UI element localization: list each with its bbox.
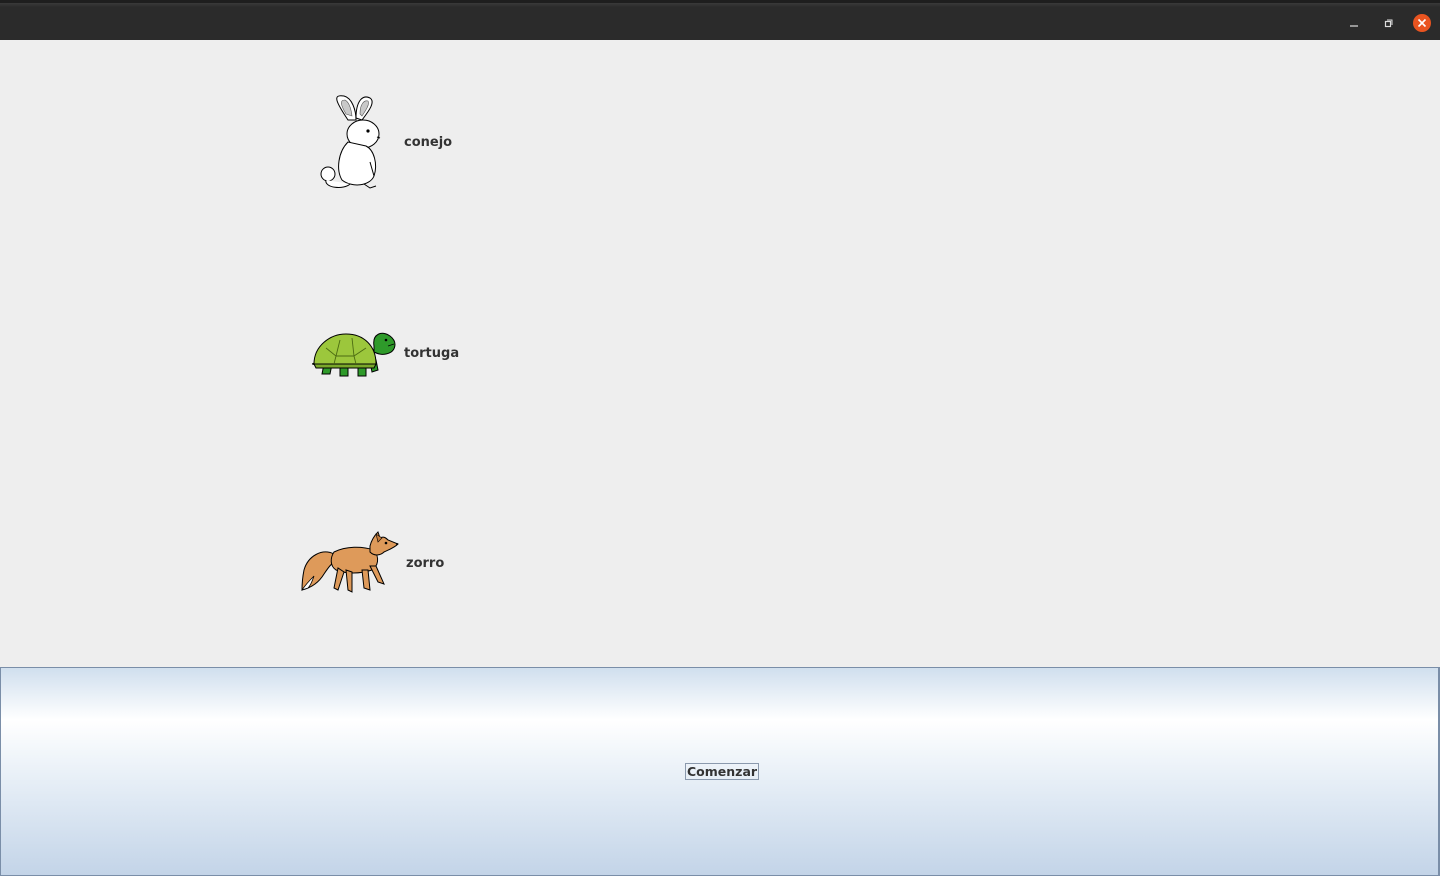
animal-label-fox: zorro — [406, 555, 445, 571]
minimize-icon — [1350, 25, 1358, 27]
rabbit-icon — [320, 95, 381, 189]
maximize-button[interactable] — [1378, 13, 1398, 33]
animal-row-turtle: tortuga — [312, 328, 459, 378]
fox-icon — [301, 531, 399, 593]
turtle-icon — [312, 332, 396, 377]
close-icon — [1413, 14, 1431, 32]
control-panel: Comenzar — [0, 667, 1440, 876]
animal-label-rabbit: conejo — [404, 134, 453, 150]
animal-row-rabbit: conejo — [318, 92, 452, 192]
window-titlebar — [0, 0, 1440, 40]
start-button[interactable]: Comenzar — [685, 763, 760, 780]
animal-label-turtle: tortuga — [404, 345, 460, 361]
maximize-icon — [1384, 19, 1393, 28]
minimize-button[interactable] — [1344, 13, 1364, 33]
close-button[interactable] — [1412, 13, 1432, 33]
animal-row-fox: zorro — [300, 530, 444, 596]
race-track-panel: conejo tortuga zorro — [0, 40, 1440, 668]
